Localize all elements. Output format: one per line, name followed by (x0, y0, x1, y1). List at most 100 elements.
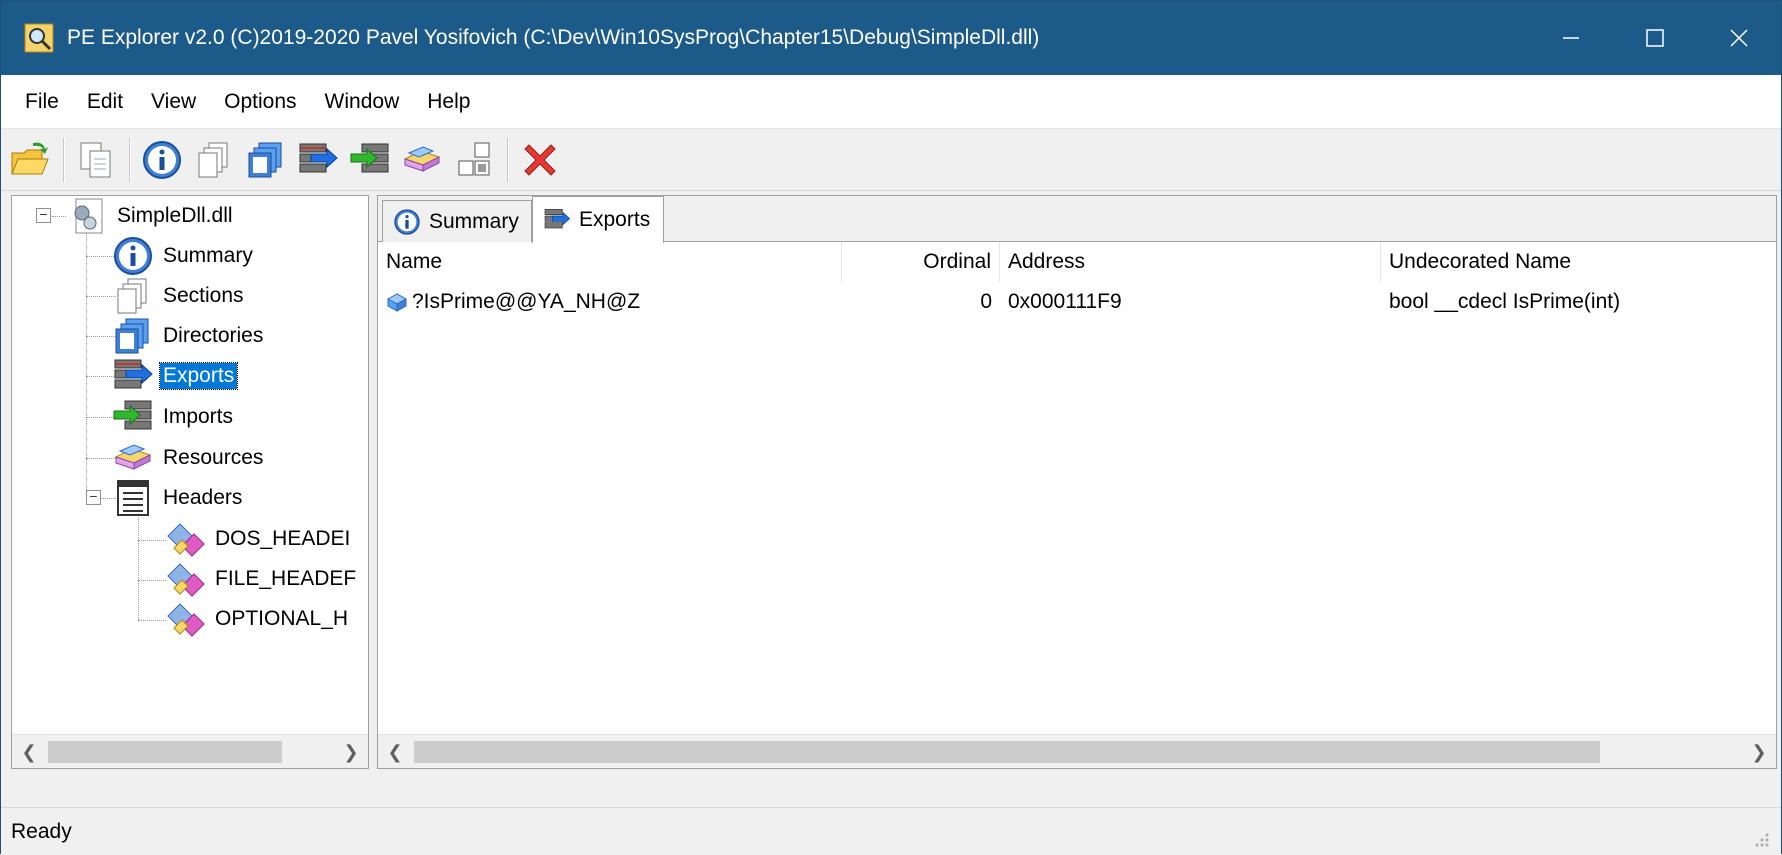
document-list-icon (117, 480, 149, 516)
tree-item-summary[interactable]: Summary (112, 236, 256, 276)
tree-connector (138, 580, 166, 581)
tree-item-dos-header[interactable]: DOS_HEADEI (164, 519, 353, 559)
tree-connector (52, 216, 66, 217)
exports-list[interactable]: Name Ordinal Address Undecorated Name ?I… (378, 242, 1776, 736)
header-struct-icon (167, 523, 205, 557)
exports-icon (114, 359, 153, 389)
detail-pane: Summary Exports Name Ordinal Address Und… (377, 195, 1777, 769)
menu-help[interactable]: Help (413, 90, 484, 114)
imports-icon (113, 400, 152, 430)
pane-splitter[interactable] (369, 195, 377, 769)
close-file-button[interactable] (517, 137, 563, 183)
window-title: PE Explorer v2.0 (C)2019-2020 Pavel Yosi… (67, 26, 1040, 49)
tree-item-label: Sections (163, 284, 244, 307)
sections-icon (198, 142, 228, 177)
maximize-button[interactable] (1613, 1, 1697, 75)
title-bar[interactable]: PE Explorer v2.0 (C)2019-2020 Pavel Yosi… (1, 1, 1781, 75)
close-button[interactable] (1697, 1, 1781, 75)
menu-edit[interactable]: Edit (73, 90, 137, 114)
tree-view[interactable]: − − SimpleDll.dll Summary Sections Direc… (11, 195, 369, 769)
tree-item-label: Imports (163, 405, 234, 428)
headers-button[interactable] (451, 137, 497, 183)
exports-icon (299, 143, 338, 172)
main-window: PE Explorer v2.0 (C)2019-2020 Pavel Yosi… (0, 0, 1782, 855)
cell-address: 0x000111F9 (1008, 290, 1122, 313)
tree-item-label: Resources (163, 446, 264, 469)
toolbar-separator (63, 137, 65, 182)
tree-item-sections[interactable]: Sections (112, 276, 247, 316)
tab-summary[interactable]: Summary (382, 200, 532, 242)
function-icon (386, 293, 408, 312)
tree-item-label: FILE_HEADEF (215, 567, 357, 590)
toolbar (1, 129, 1781, 191)
scrollbar-thumb[interactable] (48, 741, 282, 763)
menu-bar: File Edit View Options Window Help (1, 75, 1781, 129)
tree-item-label: Directories (163, 324, 264, 347)
resize-grip-icon[interactable] (1751, 829, 1771, 849)
minimize-button[interactable] (1529, 1, 1613, 75)
scroll-right-arrow-icon[interactable]: ❯ (1742, 735, 1776, 768)
sections-button[interactable] (191, 137, 237, 183)
imports-icon (350, 143, 389, 172)
column-header-address[interactable]: Address (1000, 242, 1381, 282)
summary-button[interactable] (139, 137, 185, 183)
resources-button[interactable] (399, 137, 445, 183)
exports-button[interactable] (295, 137, 341, 183)
copy-button[interactable] (73, 137, 119, 183)
scroll-left-arrow-icon[interactable]: ❮ (12, 735, 46, 768)
tree-root-label: SimpleDll.dll (117, 204, 233, 227)
tab-exports[interactable]: Exports (532, 196, 664, 243)
tree-item-label: Summary (163, 244, 253, 267)
tree-connector (138, 540, 166, 541)
tab-strip: Summary Exports (378, 196, 1776, 243)
tree-item-optional-header[interactable]: OPTIONAL_H (164, 599, 351, 639)
menu-view[interactable]: View (137, 90, 210, 114)
tree-connector (86, 226, 87, 490)
table-row[interactable]: ?IsPrime@@YA_NH@Z 0 0x000111F9 bool __cd… (378, 282, 1776, 322)
imports-button[interactable] (347, 137, 393, 183)
tree-item-root[interactable]: SimpleDll.dll (66, 196, 236, 236)
scrollbar-thumb[interactable] (414, 741, 1600, 763)
column-header-undecorated[interactable]: Undecorated Name (1381, 242, 1776, 282)
column-header-name[interactable]: Name (378, 242, 842, 282)
menu-options[interactable]: Options (210, 90, 310, 114)
directories-icon (115, 318, 149, 354)
tree-item-directories[interactable]: Directories (112, 316, 266, 356)
column-header-ordinal[interactable]: Ordinal (842, 242, 1000, 282)
headers-icon (458, 142, 490, 175)
tree-item-label-selected: Exports (158, 362, 239, 390)
copy-icon (80, 142, 111, 177)
maximize-icon (1646, 29, 1664, 47)
open-button[interactable] (7, 137, 53, 183)
export-name: ?IsPrime@@YA_NH@Z (412, 290, 641, 313)
tree-connector (138, 514, 139, 620)
cell-undecorated: bool __cdecl IsPrime(int) (1389, 290, 1621, 313)
collapse-toggle[interactable]: − (36, 207, 51, 223)
tree-connector (138, 620, 166, 621)
list-horizontal-scrollbar[interactable]: ❮ ❯ (378, 734, 1776, 768)
directories-icon (248, 142, 282, 177)
menu-window[interactable]: Window (311, 90, 414, 114)
directories-button[interactable] (243, 137, 289, 183)
tree-item-resources[interactable]: Resources (112, 438, 266, 478)
tree-horizontal-scrollbar[interactable]: ❮ ❯ (12, 734, 368, 768)
info-icon (394, 208, 420, 235)
tree-item-imports[interactable]: Imports (112, 397, 236, 437)
list-header: Name Ordinal Address Undecorated Name (378, 242, 1776, 282)
tree-item-file-header[interactable]: FILE_HEADEF (164, 559, 359, 599)
scroll-right-arrow-icon[interactable]: ❯ (334, 735, 368, 768)
status-bar: Ready (1, 807, 1781, 855)
collapse-toggle[interactable]: − (86, 489, 101, 505)
minimize-icon (1563, 37, 1579, 39)
close-icon (1730, 29, 1748, 47)
toolbar-separator (507, 137, 509, 182)
tree-item-exports[interactable]: Exports (112, 356, 239, 396)
status-text: Ready (11, 819, 72, 843)
resources-icon (114, 444, 152, 470)
tree-item-headers[interactable]: Headers (112, 478, 245, 518)
dll-gears-icon (74, 198, 103, 234)
open-folder-icon (11, 142, 49, 174)
window-controls (1529, 1, 1781, 75)
scroll-left-arrow-icon[interactable]: ❮ (378, 735, 412, 768)
menu-file[interactable]: File (11, 90, 73, 114)
